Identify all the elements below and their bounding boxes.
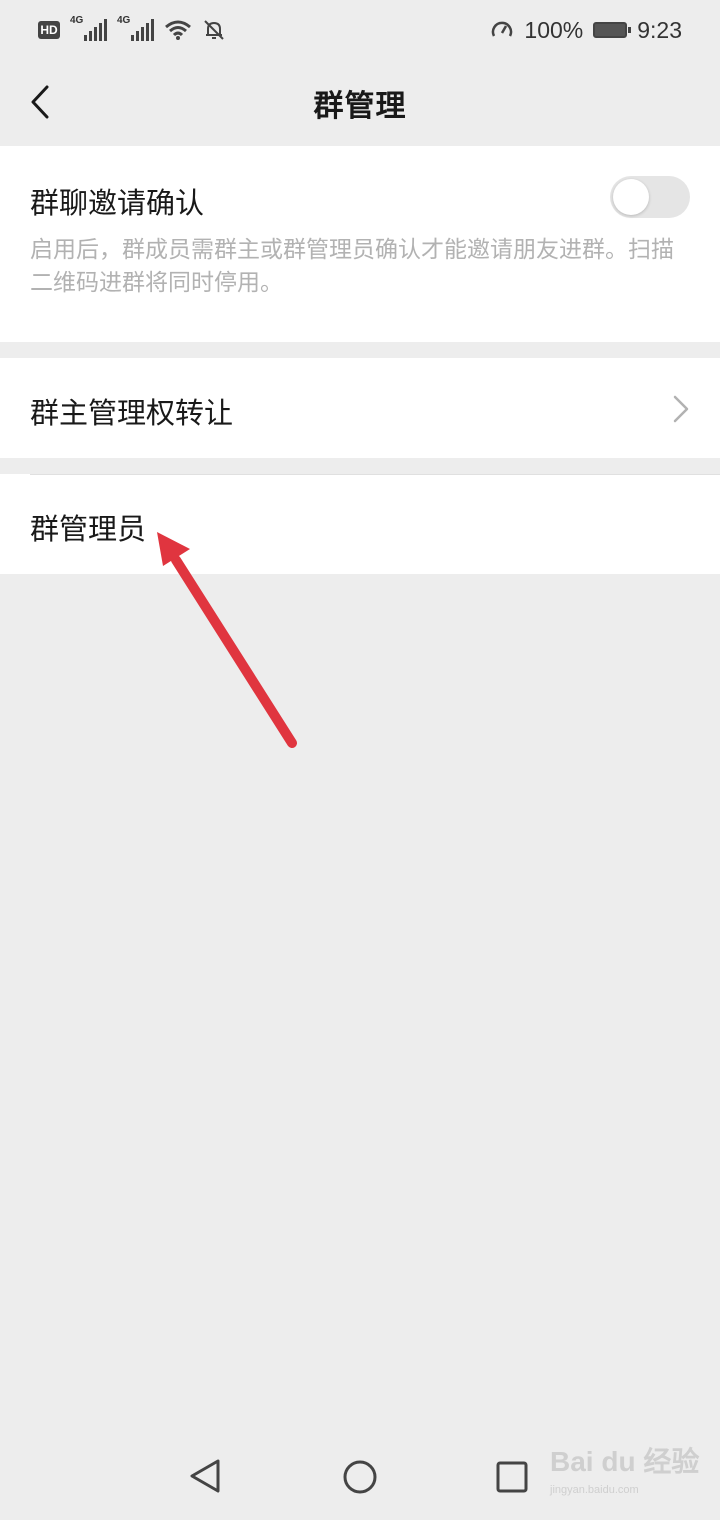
- transfer-owner-label: 群主管理权转让: [30, 396, 234, 430]
- chevron-right-icon: [673, 395, 689, 423]
- recents-square-icon[interactable]: [496, 1461, 528, 1493]
- toggle-knob: [613, 179, 649, 215]
- clock-time: 9:23: [637, 16, 682, 43]
- chevron-left-icon: [31, 85, 49, 119]
- watermark-url: jingyan.baidu.com: [550, 1484, 639, 1496]
- network-type-label: 4G: [70, 15, 84, 26]
- mute-bell-icon: [204, 20, 224, 40]
- baidu-watermark: Bai du 经验 jingyan.baidu.com: [550, 1440, 700, 1504]
- row-divider: [30, 474, 720, 475]
- hd-icon: HD: [38, 21, 60, 39]
- battery-percentage: 100%: [524, 16, 584, 43]
- back-triangle-icon[interactable]: [188, 1458, 222, 1494]
- group-admins-row[interactable]: 群管理员: [0, 474, 720, 574]
- invite-confirm-description: 启用后，群成员需群主或群管理员确认才能邀请朋友进群。扫描二维码进群将同时停用。: [30, 237, 674, 296]
- nav-header: 群管理: [0, 60, 720, 146]
- invite-confirm-toggle[interactable]: [610, 176, 690, 218]
- signal-icon: 4G: [117, 15, 154, 41]
- home-circle-icon[interactable]: [342, 1459, 378, 1495]
- network-type-label: 4G: [117, 15, 131, 26]
- page-title: 群管理: [313, 89, 407, 124]
- battery-charging-icon: [593, 22, 632, 38]
- status-left: HD 4G 4G: [38, 15, 226, 42]
- speedometer-icon: [492, 21, 513, 37]
- status-right: 100% 9:23: [490, 17, 682, 44]
- invite-confirm-section: 群聊邀请确认 启用后，群成员需群主或群管理员确认才能邀请朋友进群。扫描二维码进群…: [0, 146, 720, 342]
- transfer-owner-row[interactable]: 群主管理权转让: [0, 358, 720, 458]
- wifi-icon: [165, 20, 191, 40]
- back-button[interactable]: [18, 80, 62, 124]
- status-bar: HD 4G 4G 100% 9:23: [0, 0, 720, 60]
- signal-icon: 4G: [70, 15, 107, 41]
- group-admins-label: 群管理员: [30, 512, 147, 546]
- watermark-logo: Bai du 经验: [550, 1446, 700, 1477]
- invite-confirm-label: 群聊邀请确认: [30, 186, 205, 220]
